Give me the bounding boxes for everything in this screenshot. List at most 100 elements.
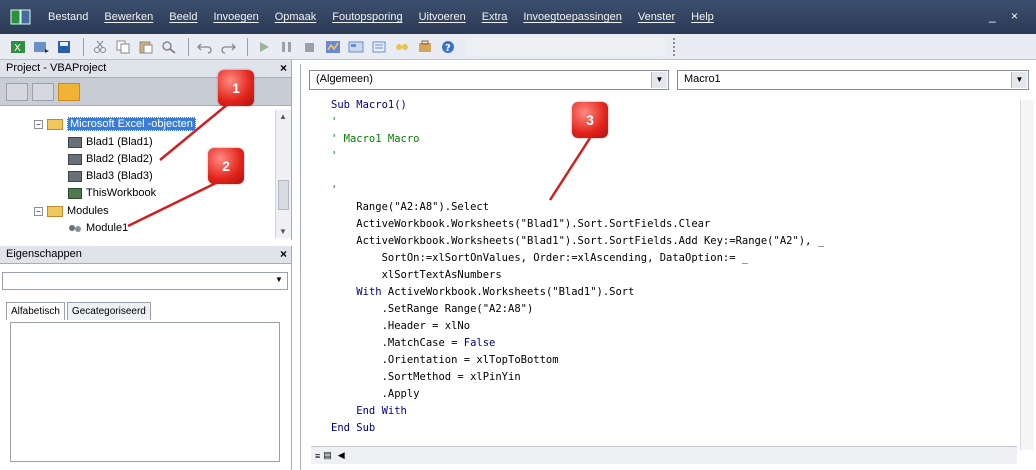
chevron-down-icon[interactable]: ▼	[1011, 72, 1027, 88]
folder-icon	[47, 205, 63, 217]
menu-uitvoeren[interactable]: Uitvoeren	[419, 11, 466, 23]
code-line: ' Macro1 Macro	[331, 133, 420, 145]
menu-beeld[interactable]: Beeld	[169, 11, 197, 23]
help-icon[interactable]: ?	[438, 38, 458, 56]
design-mode-icon[interactable]	[323, 38, 343, 56]
scrollbar-thumb[interactable]	[278, 180, 289, 210]
collapse-toggle-icon[interactable]: −	[34, 119, 43, 129]
full-module-view-icon[interactable]: ▤	[323, 450, 332, 461]
sheet-icon	[68, 153, 82, 165]
sheet-icon	[68, 170, 82, 182]
toolbar-separator	[83, 37, 84, 56]
code-line: xlSortTextAsNumbers	[331, 269, 502, 281]
callout-badge-1: 1	[218, 70, 254, 106]
save-icon[interactable]	[54, 38, 74, 56]
cut-icon[interactable]	[90, 38, 110, 56]
scroll-down-icon[interactable]: ▼	[279, 227, 287, 236]
code-editor[interactable]: Sub Macro1() ' ' Macro1 Macro ' ' Range("A2:…	[331, 96, 1021, 446]
project-explorer-icon[interactable]	[346, 38, 366, 56]
menu-venster[interactable]: Venster	[638, 11, 675, 23]
procedure-combo-value: Macro1	[684, 73, 721, 85]
tab-alfabetisch[interactable]: Alfabetisch	[6, 302, 65, 320]
view-excel-icon[interactable]: X	[8, 38, 28, 56]
code-line: '	[331, 184, 338, 196]
toolbox-icon[interactable]	[415, 38, 435, 56]
menu-help[interactable]: Help	[691, 11, 714, 23]
module-icon	[68, 223, 82, 234]
menu-invoegtoepassingen[interactable]: Invoegtoepassingen	[523, 11, 621, 23]
window-controls[interactable]: _ ×	[989, 9, 1024, 23]
tree-node-label: Modules	[67, 205, 109, 217]
scroll-up-icon[interactable]: ▲	[279, 112, 287, 121]
code-line: .Orientation = xlTopToBottom	[331, 354, 559, 366]
object-combo[interactable]: (Algemeen) ▼	[309, 70, 669, 90]
collapse-toggle-icon[interactable]: −	[34, 206, 43, 216]
menu-extra[interactable]: Extra	[482, 11, 508, 23]
standard-toolbar: X ?	[0, 34, 1036, 60]
sheet-icon	[68, 136, 82, 148]
tree-node-thisworkbook[interactable]: ThisWorkbook	[68, 185, 156, 201]
code-line: .MatchCase = False	[331, 337, 496, 349]
view-code-button[interactable]	[6, 82, 28, 101]
project-tree-scrollbar[interactable]: ▲ ▼	[275, 110, 291, 238]
tree-node-module1[interactable]: Module1	[68, 220, 128, 236]
code-line: End With	[331, 405, 407, 417]
code-vertical-scrollbar[interactable]	[1020, 100, 1034, 450]
toggle-folders-button[interactable]	[58, 82, 80, 101]
folder-icon	[47, 118, 63, 130]
code-line: '	[331, 150, 338, 162]
tree-node-label: Blad1 (Blad1)	[86, 136, 153, 148]
close-icon[interactable]: ×	[280, 61, 287, 75]
svg-text:?: ?	[445, 43, 451, 54]
menu-opmaak[interactable]: Opmaak	[275, 11, 317, 23]
vba-app-icon[interactable]	[8, 6, 34, 28]
tree-node-label: Blad3 (Blad3)	[86, 170, 153, 182]
paste-icon[interactable]	[136, 38, 156, 56]
menu-bestand[interactable]: Bestand	[48, 11, 88, 23]
properties-title: Eigenschappen	[6, 248, 82, 260]
toolbar-grip[interactable]	[673, 37, 679, 56]
code-line: .Apply	[331, 388, 420, 400]
code-line: With ActiveWorkbook.Worksheets("Blad1").…	[356, 286, 635, 298]
tree-node-label: Blad2 (Blad2)	[86, 153, 153, 165]
scroll-left-icon[interactable]: ◀	[338, 450, 345, 461]
view-object-button[interactable]	[32, 82, 54, 101]
chevron-down-icon[interactable]: ▼	[273, 275, 285, 287]
menu-foutopsporing[interactable]: Foutopsporing	[332, 11, 402, 23]
code-bottom-bar: ≡ ▤ ◀	[311, 446, 1017, 464]
procedure-view-icon[interactable]: ≡	[315, 451, 320, 461]
insert-module-icon[interactable]	[31, 38, 51, 56]
find-icon[interactable]	[159, 38, 179, 56]
tree-node-blad2[interactable]: Blad2 (Blad2)	[68, 151, 153, 167]
toolbar-empty-area	[467, 37, 667, 56]
callout-badge-2: 2	[208, 148, 244, 184]
tree-node-modules[interactable]: − Modules	[34, 203, 109, 219]
properties-grid[interactable]	[10, 322, 280, 462]
properties-window-icon[interactable]	[369, 38, 389, 56]
code-line: .SetRange Range("A2:A8")	[331, 303, 534, 315]
run-icon[interactable]	[254, 38, 274, 56]
callout-badge-3: 3	[572, 102, 608, 138]
tree-node-label: Microsoft Excel -objecten	[67, 117, 196, 131]
tree-node-blad1[interactable]: Blad1 (Blad1)	[68, 134, 153, 150]
tree-node-excel-objects[interactable]: − Microsoft Excel -objecten	[34, 116, 196, 132]
copy-icon[interactable]	[113, 38, 133, 56]
tab-gecategoriseerd[interactable]: Gecategoriseerd	[66, 302, 151, 320]
menu-bewerken[interactable]: Bewerken	[104, 11, 153, 23]
menu-bar: Bestand Bewerken Beeld Invoegen Opmaak F…	[0, 0, 1036, 34]
properties-object-select[interactable]: ▼	[2, 272, 288, 290]
tree-node-blad3[interactable]: Blad3 (Blad3)	[68, 168, 153, 184]
procedure-combo[interactable]: Macro1 ▼	[677, 70, 1029, 90]
code-line: '	[331, 116, 338, 128]
chevron-down-icon[interactable]: ▼	[651, 72, 667, 88]
tree-node-label: Module1	[86, 222, 129, 234]
close-icon[interactable]: ×	[280, 247, 287, 261]
redo-icon[interactable]	[218, 38, 238, 56]
workbook-icon	[68, 187, 82, 199]
reset-icon[interactable]	[300, 38, 320, 56]
menu-invoegen[interactable]: Invoegen	[213, 11, 258, 23]
break-icon[interactable]	[277, 38, 297, 56]
undo-icon[interactable]	[195, 38, 215, 56]
object-browser-icon[interactable]	[392, 38, 412, 56]
code-line: SortOn:=xlSortOnValues, Order:=xlAscendi…	[331, 252, 749, 264]
